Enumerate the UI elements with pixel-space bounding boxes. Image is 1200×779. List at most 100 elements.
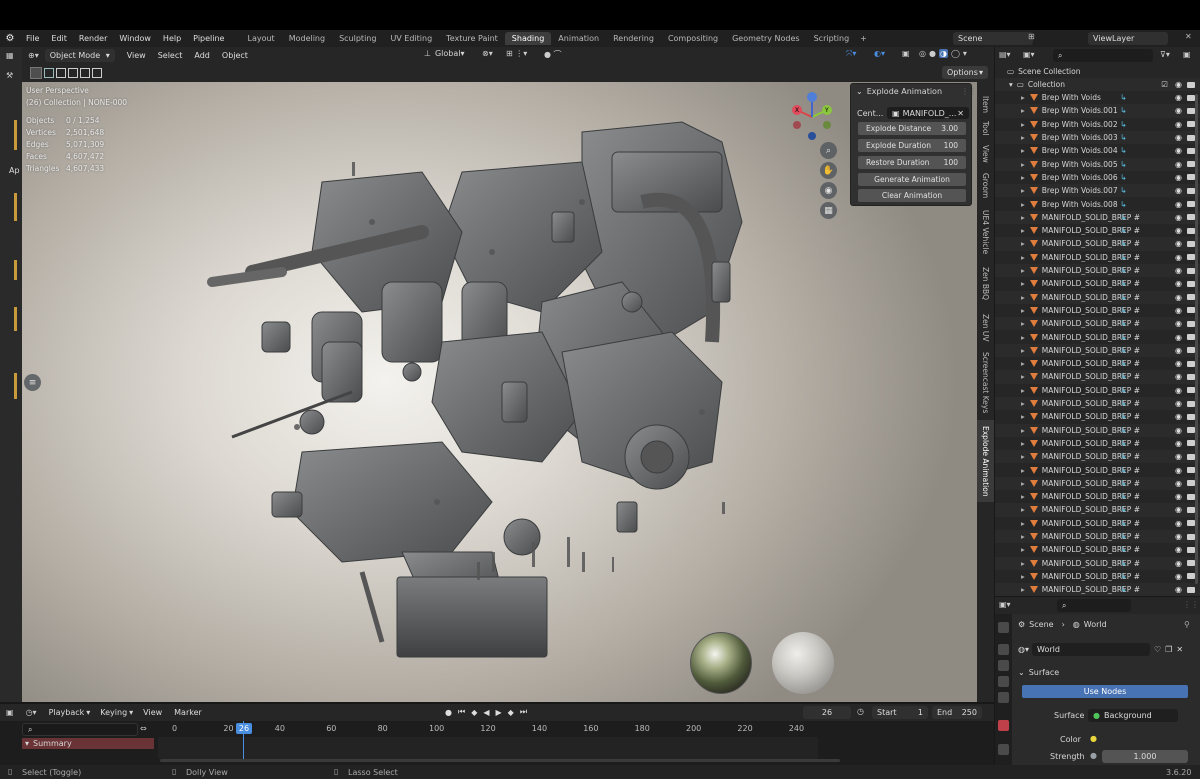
explode-duration-field[interactable]: Explode Duration 100 — [858, 139, 966, 152]
scene-tab-icon[interactable] — [998, 692, 1009, 703]
expand-icon[interactable]: ▸ — [1021, 266, 1025, 275]
outliner-item[interactable]: ▸MANIFOLD_SOLID_BREP #222↳◉ — [995, 529, 1200, 544]
panel-grip-icon[interactable]: ⋮⋮ — [1183, 600, 1199, 609]
camera-icon[interactable] — [1187, 360, 1195, 367]
camera-icon[interactable] — [1187, 533, 1195, 540]
record-icon[interactable]: ● — [445, 708, 452, 717]
eye-icon[interactable]: ◉ — [1175, 346, 1182, 355]
play-reverse-icon[interactable]: ◀ — [483, 708, 489, 717]
eye-icon[interactable]: ◉ — [1175, 186, 1182, 195]
eye-icon[interactable]: ◉ — [1175, 439, 1182, 448]
blender-logo-icon[interactable]: ⚙ — [0, 33, 20, 44]
outliner-item[interactable]: ▸ Brep With Voids.001 ↳ ◉ — [995, 104, 1200, 118]
camera-icon[interactable] — [1187, 94, 1195, 101]
camera-icon[interactable] — [1187, 320, 1195, 327]
outliner-item[interactable]: ▸ Brep With Voids.007 ↳ ◉ — [995, 184, 1200, 198]
eye-icon[interactable]: ◉ — [1175, 572, 1182, 581]
explode-distance-field[interactable]: Explode Distance 3.00 — [858, 122, 966, 135]
expand-icon[interactable]: ▸ — [1021, 492, 1025, 501]
eye-icon[interactable]: ◉ — [1175, 213, 1182, 222]
generate-animation-button[interactable]: Generate Animation — [858, 173, 966, 186]
expand-icon[interactable]: ▸ — [1021, 93, 1025, 102]
sidebar-tab-zen-uv[interactable]: Zen UV — [977, 310, 994, 346]
outliner-search[interactable]: ⌕ — [1053, 49, 1153, 62]
3d-viewport[interactable]: User Perspective (26) Collection | NONE-… — [22, 82, 977, 702]
camera-icon[interactable] — [1187, 506, 1195, 513]
camera-icon[interactable] — [1187, 280, 1195, 287]
editor-type-icon[interactable]: ⊕▾ — [22, 51, 45, 60]
outliner-item[interactable]: ▸MANIFOLD_SOLID_BREP #222↳◉ — [995, 437, 1200, 450]
tab-layout[interactable]: Layout — [240, 32, 281, 45]
pin-icon[interactable]: ⚲ — [1184, 620, 1190, 629]
expand-icon[interactable]: ▸ — [1021, 585, 1025, 594]
filter-icon[interactable]: ⊽▾ — [1160, 50, 1170, 59]
tab-scripting[interactable]: Scripting — [807, 32, 857, 45]
close-icon[interactable]: ✕ — [1185, 32, 1192, 41]
camera-icon[interactable] — [1187, 520, 1195, 527]
select-subtract-icon[interactable] — [68, 68, 78, 78]
render-tab-icon[interactable] — [998, 644, 1009, 655]
expand-icon[interactable]: ▸ — [1021, 133, 1025, 142]
expand-icon[interactable]: ▸ — [1021, 293, 1025, 302]
menu-edit[interactable]: Edit — [45, 34, 73, 43]
outliner-item[interactable]: ▸ Brep With Voids.005 ↳ ◉ — [995, 157, 1200, 171]
outliner-item[interactable]: ▸MANIFOLD_SOLID_BREP #218↳◉ — [995, 237, 1200, 251]
display-mode-icon[interactable]: ▣▾ — [1023, 50, 1035, 59]
use-nodes-button[interactable]: Use Nodes — [1022, 685, 1188, 698]
camera-icon[interactable] — [1187, 267, 1195, 274]
eye-icon[interactable]: ◉ — [1175, 585, 1182, 594]
viewport-menu-add[interactable]: Add — [188, 51, 216, 60]
timeline-menu-playback[interactable]: Playback — [43, 708, 91, 717]
outliner-item[interactable]: ▸ Brep With Voids.008 ↳ ◉ — [995, 197, 1200, 210]
expand-icon[interactable]: ▸ — [1021, 146, 1025, 155]
expand-icon[interactable]: ▸ — [1021, 106, 1025, 115]
camera-icon[interactable] — [1187, 240, 1195, 247]
eye-icon[interactable]: ◉ — [1175, 253, 1182, 262]
viewport-menu-view[interactable]: View — [121, 51, 152, 60]
jump-end-icon[interactable]: ⏭ — [520, 707, 527, 717]
viewport-menu-object[interactable]: Object — [216, 51, 254, 60]
tab-texture-paint[interactable]: Texture Paint — [439, 32, 505, 45]
outliner-item[interactable]: ▸MANIFOLD_SOLID_BREP #223↳◉ — [995, 556, 1200, 570]
camera-icon[interactable] — [1187, 440, 1195, 447]
eye-icon[interactable]: ◉ — [1175, 279, 1182, 288]
menu-file[interactable]: File — [20, 34, 45, 43]
eye-icon[interactable]: ◉ — [1175, 120, 1182, 129]
view-layer-tab-icon[interactable] — [998, 676, 1009, 687]
eye-icon[interactable]: ◉ — [1175, 106, 1182, 115]
camera-icon[interactable] — [1187, 480, 1195, 487]
outliner-item[interactable]: ▸MANIFOLD_SOLID_BREP #218↳◉ — [995, 251, 1200, 264]
outliner-item[interactable]: ▸MANIFOLD_SOLID_BREP #223↳◉ — [995, 543, 1200, 556]
expand-icon[interactable]: ▸ — [1021, 319, 1025, 328]
camera-icon[interactable] — [1187, 174, 1195, 181]
surface-shader-field[interactable]: ● Background — [1088, 709, 1178, 722]
timeline-menu-keying[interactable]: Keying — [94, 708, 133, 717]
eye-icon[interactable]: ◉ — [1175, 226, 1182, 235]
surface-panel-header[interactable]: ⌄ Surface — [1018, 666, 1196, 679]
outliner-item[interactable]: ▸MANIFOLD_SOLID_BREP #222↳◉ — [995, 503, 1200, 517]
shading-options-icon[interactable]: ▾ — [963, 49, 967, 58]
expand-icon[interactable]: ▸ — [1021, 213, 1025, 222]
camera-icon[interactable] — [1187, 347, 1195, 354]
sidebar-tab-zen-bbq[interactable]: Zen BBQ — [977, 264, 994, 304]
camera-icon[interactable] — [1187, 427, 1195, 434]
outliner-item[interactable]: ▸MANIFOLD_SOLID_BREP #222↳◉ — [995, 423, 1200, 437]
expand-icon[interactable]: ▸ — [1021, 226, 1025, 235]
outliner-item[interactable]: ▸MANIFOLD_SOLID_BREP #222↳◉ — [995, 396, 1200, 411]
perspective-grid-icon[interactable]: ▦ — [820, 202, 837, 219]
pivot-icon[interactable]: ⊗▾ — [482, 49, 493, 58]
eye-icon[interactable]: ◉ — [1175, 399, 1182, 408]
eye-icon[interactable]: ◉ — [1175, 200, 1182, 209]
camera-icon[interactable] — [1187, 413, 1195, 420]
prev-keyframe-icon[interactable]: ◆ — [471, 708, 477, 717]
outliner-item[interactable]: ▸MANIFOLD_SOLID_BREP #222↳◉ — [995, 304, 1200, 317]
expand-icon[interactable]: ▸ — [1021, 333, 1025, 342]
expand-icon[interactable]: ▸ — [1021, 399, 1025, 408]
camera-icon[interactable] — [1187, 107, 1195, 114]
expand-icon[interactable]: ▸ — [1021, 479, 1025, 488]
eye-icon[interactable]: ◉ — [1175, 293, 1182, 302]
camera-icon[interactable] — [1187, 307, 1195, 314]
eye-icon[interactable]: ◉ — [1175, 93, 1182, 102]
expand-icon[interactable]: ▸ — [1021, 412, 1025, 421]
gizmo-toggle-icon[interactable]: ⤧▾ — [846, 49, 856, 59]
